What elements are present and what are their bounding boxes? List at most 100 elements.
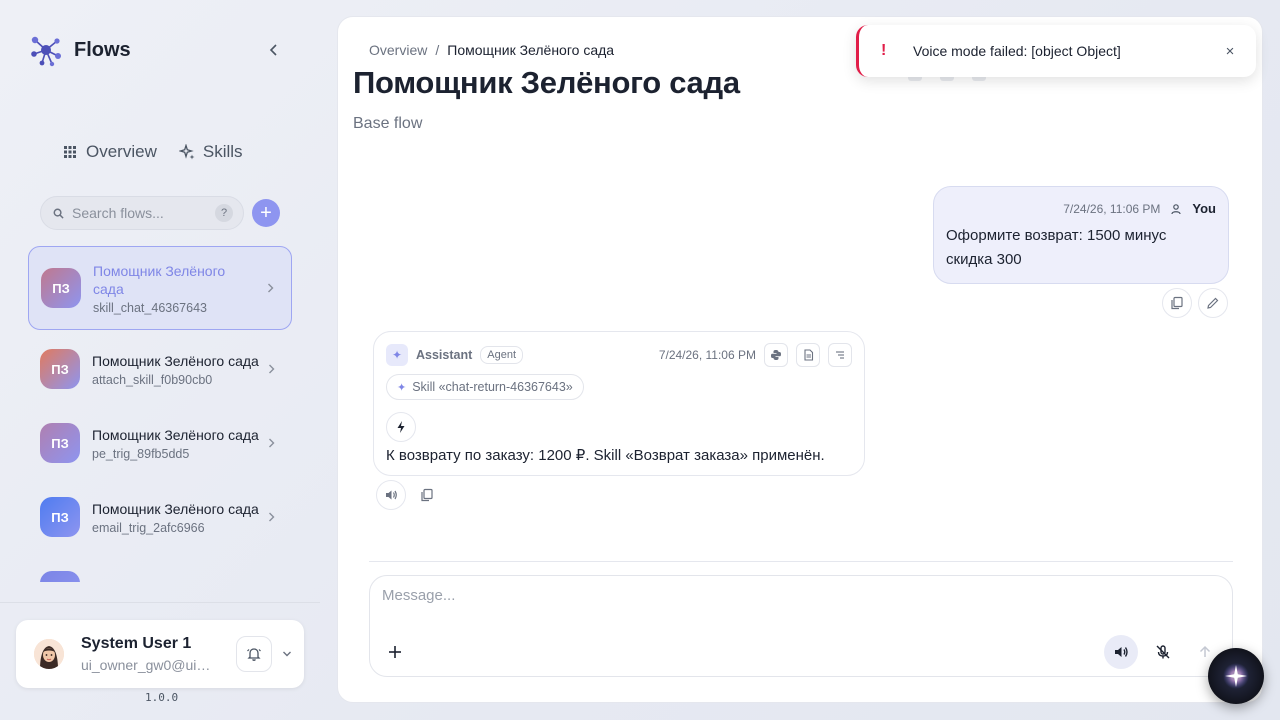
assistant-message-time: 7/24/26, 11:06 PM xyxy=(658,348,756,362)
composer-actions xyxy=(1104,635,1222,669)
nav-overview-label: Overview xyxy=(86,142,157,161)
page-subtitle: Base flow xyxy=(353,115,423,132)
alert-icon: ! xyxy=(881,42,887,59)
user-info: System User 1 ui_owner_gw0@ui_... xyxy=(81,635,236,673)
brand-name: Flows xyxy=(74,38,131,61)
flow-avatar: ПЗ xyxy=(40,571,80,582)
flow-text: Помощник Зелёного сада xyxy=(92,581,262,583)
edit-message-button[interactable] xyxy=(1198,288,1228,318)
agent-badge: Agent xyxy=(480,346,524,364)
chevron-right-icon xyxy=(267,280,279,296)
assistant-message-header: ✦ Assistant Agent 7/24/26, 11:06 PM xyxy=(386,343,852,367)
user-name: System User 1 xyxy=(81,635,192,652)
chevron-left-icon xyxy=(269,44,277,56)
bell-icon xyxy=(247,648,261,661)
user-message-text: Оформите возврат: 1500 минус скидка 300 xyxy=(946,227,1167,268)
flow-text: Помощник Зелёного сада skill_chat_4636764… xyxy=(93,262,261,315)
microphone-button[interactable] xyxy=(1146,635,1180,669)
brand[interactable]: Flows xyxy=(28,32,131,68)
flow-list-item[interactable]: ПЗ Помощник Зелёного сада skill_chat_46367… xyxy=(28,246,292,330)
chevron-right-icon xyxy=(268,435,280,451)
add-flow-button[interactable]: + xyxy=(252,199,280,227)
read-aloud-button[interactable] xyxy=(376,480,406,510)
flow-list-item[interactable]: ПЗ Помощник Зелёного сада email_trig_2afc6… xyxy=(28,480,292,554)
sidebar: Flows Overview Skills ? + xyxy=(0,0,320,720)
arrow-up-icon xyxy=(1199,645,1211,657)
user-message-actions xyxy=(1162,288,1228,318)
flow-list-item[interactable]: ПЗ Помощник Зелёного сада pe_trig_89fb5dd5 xyxy=(28,406,292,480)
python-icon[interactable] xyxy=(764,343,788,367)
breadcrumb-root[interactable]: Overview xyxy=(369,42,427,58)
copy-message-button[interactable] xyxy=(1162,288,1192,318)
flow-text: Помощник Зелёного сада email_trig_2afc696… xyxy=(92,500,262,535)
grid-icon xyxy=(64,146,76,158)
nav-overview[interactable]: Overview xyxy=(62,142,157,162)
attach-button[interactable] xyxy=(383,640,407,664)
copy-icon xyxy=(421,488,433,502)
chevron-right-icon xyxy=(268,361,280,377)
user-avatar-icon xyxy=(34,639,64,669)
search-help-icon[interactable]: ? xyxy=(215,204,233,222)
collapse-sidebar-button[interactable] xyxy=(264,40,284,60)
copy-icon xyxy=(1171,296,1183,310)
flow-title: Помощник Зелёного сада xyxy=(93,262,226,297)
assistant-message-text: К возврату по заказу: 1200 ₽. Skill «Воз… xyxy=(386,447,825,464)
bolt-button[interactable] xyxy=(386,412,416,442)
app-version: 1.0.0 xyxy=(145,691,179,704)
microphone-off-icon xyxy=(1156,645,1170,659)
sidebar-nav: Overview Skills xyxy=(62,142,243,162)
search-icon xyxy=(53,208,64,219)
flow-text: Помощник Зелёного сада pe_trig_89fb5dd5 xyxy=(92,426,262,461)
skill-chip[interactable]: ✦ Skill «chat-return-46367643» xyxy=(386,374,584,400)
breadcrumb-current: Помощник Зелёного сада xyxy=(447,42,615,58)
message-composer xyxy=(369,575,1233,677)
list-icon[interactable] xyxy=(828,343,852,367)
flow-title: Помощник Зелёного сада xyxy=(92,500,259,517)
sidebar-divider xyxy=(0,602,320,603)
sparkles-icon xyxy=(178,144,195,160)
sparkle-orb-icon xyxy=(1223,663,1249,689)
breadcrumb-separator: / xyxy=(435,42,440,58)
close-toast-button[interactable]: × xyxy=(1220,41,1240,61)
nav-skills[interactable]: Skills xyxy=(178,142,243,162)
user-message: 7/24/26, 11:06 PM You Оформите возврат: … xyxy=(933,186,1229,284)
flow-list-item[interactable]: ПЗ Помощник Зелёного сада xyxy=(28,554,292,582)
user-message-header: 7/24/26, 11:06 PM You xyxy=(946,201,1216,216)
flow-avatar: ПЗ xyxy=(40,497,80,537)
flow-title: Помощник Зелёного сада xyxy=(92,581,262,583)
error-toast: ! Voice mode failed: [object Object] × xyxy=(856,25,1256,77)
user-message-time: 7/24/26, 11:06 PM xyxy=(1063,201,1161,216)
flow-list-item[interactable]: ПЗ Помощник Зелёного сада attach_skill_f0b… xyxy=(28,332,292,406)
flow-subtitle: attach_skill_f0b90cb0 xyxy=(92,372,213,387)
copy-response-button[interactable] xyxy=(412,480,442,510)
assistant-name: Assistant xyxy=(416,348,473,362)
composer-divider xyxy=(369,561,1233,562)
flow-title: Помощник Зелёного сада xyxy=(92,426,259,443)
flows-logo-icon xyxy=(31,36,61,67)
user-message-author: You xyxy=(1192,201,1216,216)
user-card[interactable]: System User 1 ui_owner_gw0@ui_... xyxy=(16,620,304,688)
main-panel: Overview / Помощник Зелёного сада Помощн… xyxy=(337,16,1263,703)
page-title: Помощник Зелёного сада xyxy=(353,65,740,100)
document-icon[interactable] xyxy=(796,343,820,367)
voice-output-toggle[interactable] xyxy=(1104,635,1138,669)
notifications-button[interactable] xyxy=(236,636,272,672)
assistant-sparkle-icon: ✦ xyxy=(386,344,408,366)
search-box: ? xyxy=(40,196,244,230)
flow-avatar: ПЗ xyxy=(40,349,80,389)
chevron-down-icon[interactable] xyxy=(282,647,292,661)
message-input[interactable] xyxy=(382,587,1220,617)
avatar xyxy=(34,639,64,669)
flow-subtitle: pe_trig_89fb5dd5 xyxy=(92,446,190,461)
nav-skills-label: Skills xyxy=(202,142,243,161)
assistant-message-actions xyxy=(376,480,442,510)
assistant-orb-button[interactable] xyxy=(1208,648,1264,704)
flow-list: ПЗ Помощник Зелёного сада skill_chat_46367… xyxy=(28,246,292,582)
speaker-icon xyxy=(1115,647,1128,657)
chevron-right-icon xyxy=(268,509,280,525)
user-icon xyxy=(1171,203,1182,214)
breadcrumb: Overview / Помощник Зелёного сада xyxy=(369,42,614,58)
speaker-icon xyxy=(386,490,397,500)
flow-title: Помощник Зелёного сада xyxy=(92,352,259,369)
search-input[interactable] xyxy=(72,205,207,221)
